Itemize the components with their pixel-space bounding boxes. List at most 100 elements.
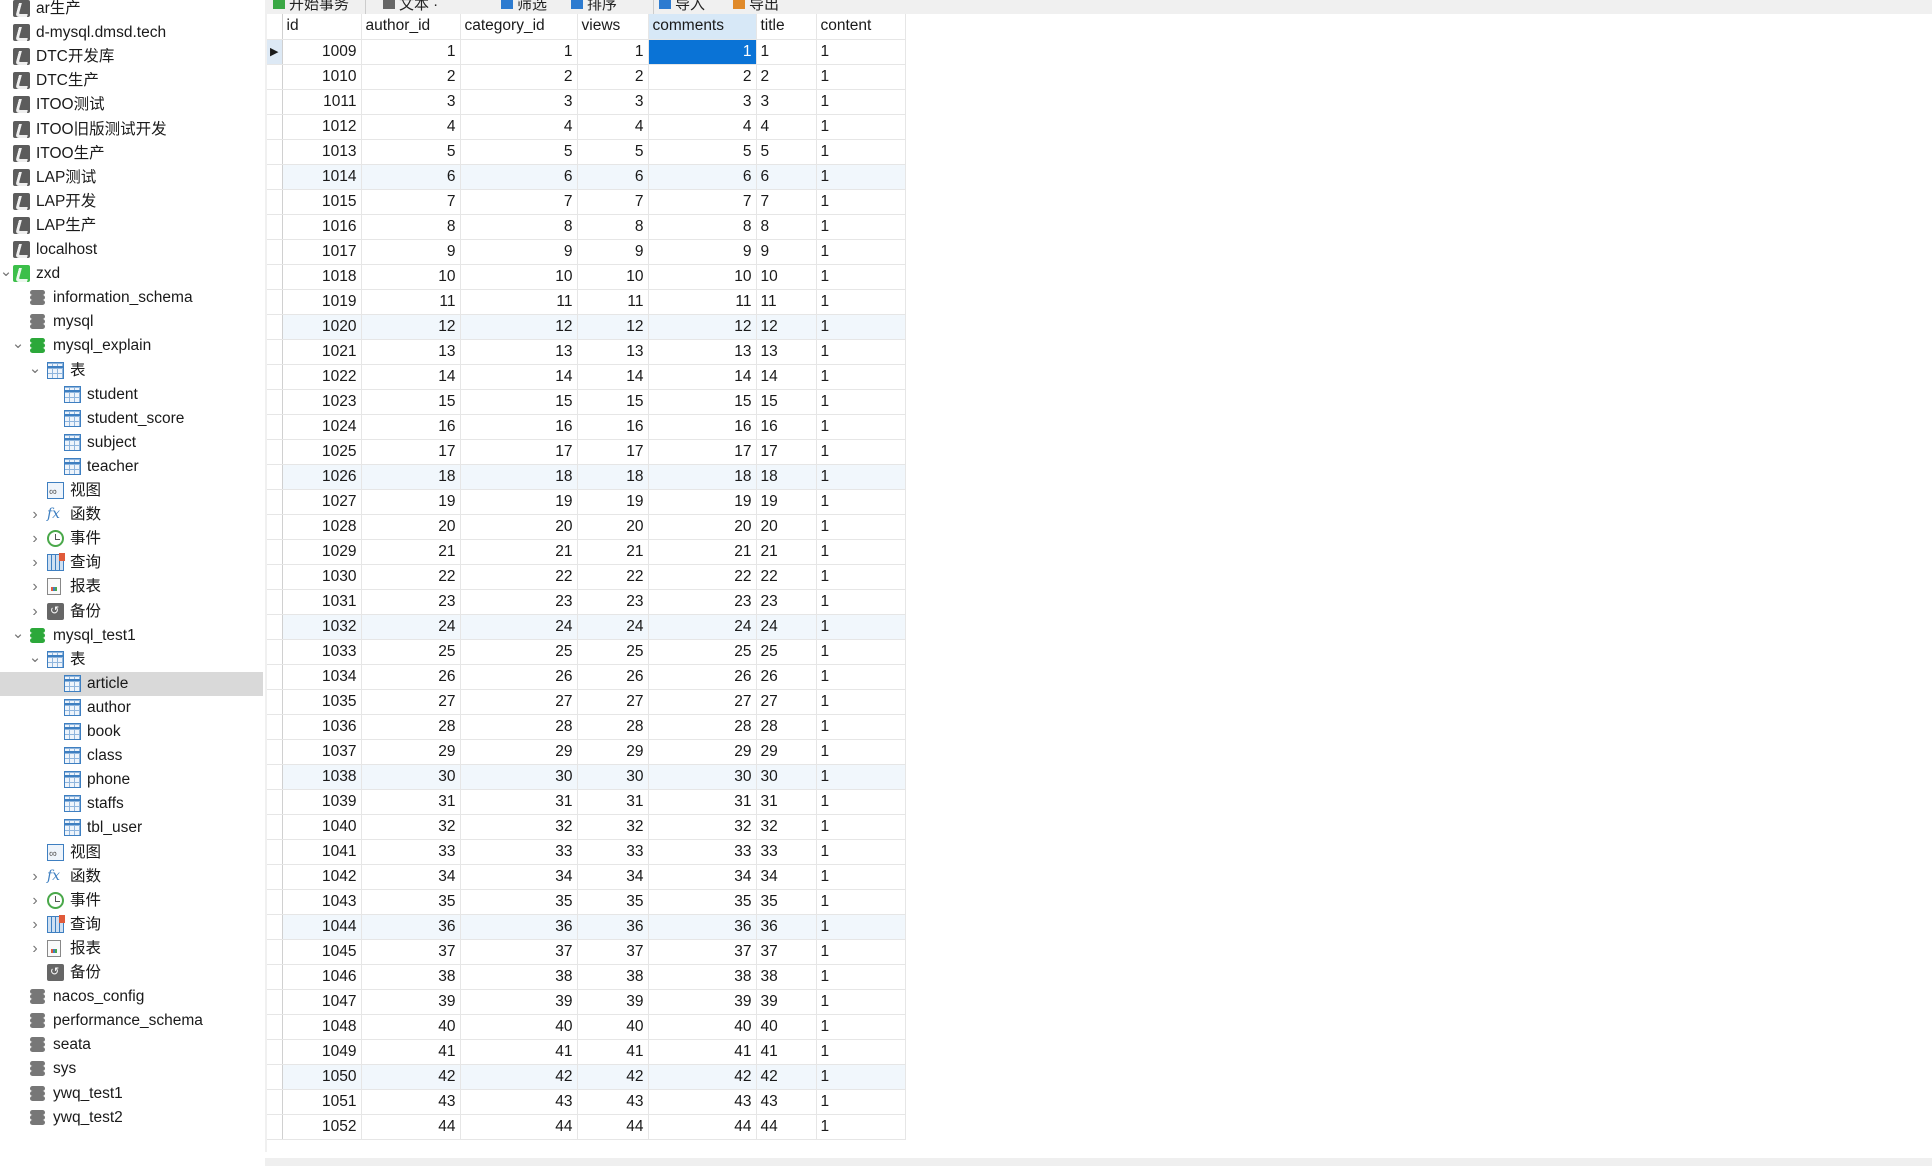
- cell-category_id[interactable]: 4: [460, 114, 578, 140]
- cell-id[interactable]: 1015: [282, 189, 362, 215]
- tree-item-table[interactable]: subject: [0, 431, 263, 455]
- table-row[interactable]: 1017 9 9 9 9 9 1: [267, 239, 906, 265]
- cell-title[interactable]: 22: [756, 564, 817, 590]
- row-selector[interactable]: [267, 789, 283, 815]
- cell-comments[interactable]: 35: [648, 889, 757, 915]
- cell-author_id[interactable]: 4: [361, 114, 461, 140]
- table-row[interactable]: 1039 31 31 31 31 31 1: [267, 789, 906, 815]
- cell-views[interactable]: 16: [577, 414, 649, 440]
- cell-comments[interactable]: 27: [648, 689, 757, 715]
- cell-title[interactable]: 9: [756, 239, 817, 265]
- cell-content[interactable]: 1: [816, 864, 906, 890]
- chevron-right-icon[interactable]: ›: [29, 527, 41, 551]
- tree-item-functions[interactable]: › fx 函数: [0, 865, 263, 889]
- cell-category_id[interactable]: 23: [460, 589, 578, 615]
- cell-author_id[interactable]: 42: [361, 1064, 461, 1090]
- cell-title[interactable]: 24: [756, 614, 817, 640]
- cell-category_id[interactable]: 10: [460, 264, 578, 290]
- cell-views[interactable]: 22: [577, 564, 649, 590]
- toolbar-button-import[interactable]: 导入: [659, 0, 705, 13]
- cell-views[interactable]: 13: [577, 339, 649, 365]
- row-selector[interactable]: [267, 839, 283, 865]
- tree-item-backups[interactable]: › 备份: [0, 600, 263, 624]
- row-selector[interactable]: [267, 1114, 283, 1140]
- cell-author_id[interactable]: 30: [361, 764, 461, 790]
- cell-id[interactable]: 1049: [282, 1039, 362, 1065]
- table-row[interactable]: 1042 34 34 34 34 34 1: [267, 864, 906, 890]
- cell-comments[interactable]: 20: [648, 514, 757, 540]
- cell-author_id[interactable]: 5: [361, 139, 461, 165]
- cell-content[interactable]: 1: [816, 1114, 906, 1140]
- tree-item-database[interactable]: performance_schema: [0, 1009, 263, 1033]
- tree-item-database[interactable]: sys: [0, 1057, 263, 1081]
- cell-views[interactable]: 27: [577, 689, 649, 715]
- table-row[interactable]: 1019 11 11 11 11 11 1: [267, 289, 906, 315]
- tree-item-database-open[interactable]: ⌄ mysql_explain: [0, 334, 263, 358]
- cell-id[interactable]: 1042: [282, 864, 362, 890]
- cell-content[interactable]: 1: [816, 239, 906, 265]
- cell-views[interactable]: 37: [577, 939, 649, 965]
- cell-views[interactable]: 24: [577, 614, 649, 640]
- row-selector[interactable]: [267, 739, 283, 765]
- cell-views[interactable]: 23: [577, 589, 649, 615]
- chevron-down-icon[interactable]: ⌄: [29, 648, 42, 672]
- cell-views[interactable]: 33: [577, 839, 649, 865]
- cell-title[interactable]: 2: [756, 64, 817, 90]
- cell-comments[interactable]: 28: [648, 714, 757, 740]
- tree-item-table[interactable]: teacher: [0, 455, 263, 479]
- cell-id[interactable]: 1023: [282, 389, 362, 415]
- cell-category_id[interactable]: 17: [460, 439, 578, 465]
- tree-item-database[interactable]: seata: [0, 1033, 263, 1057]
- cell-id[interactable]: 1041: [282, 839, 362, 865]
- cell-comments[interactable]: 3: [648, 89, 757, 115]
- table-row[interactable]: 1030 22 22 22 22 22 1: [267, 564, 906, 590]
- cell-category_id[interactable]: 27: [460, 689, 578, 715]
- table-row[interactable]: 1029 21 21 21 21 21 1: [267, 539, 906, 565]
- cell-content[interactable]: 1: [816, 139, 906, 165]
- cell-comments[interactable]: 22: [648, 564, 757, 590]
- cell-id[interactable]: 1035: [282, 689, 362, 715]
- cell-content[interactable]: 1: [816, 589, 906, 615]
- cell-id[interactable]: 1030: [282, 564, 362, 590]
- chevron-down-icon[interactable]: ⌄: [12, 334, 25, 358]
- tree-item-queries[interactable]: › 查询: [0, 551, 263, 575]
- cell-views[interactable]: 25: [577, 639, 649, 665]
- cell-author_id[interactable]: 32: [361, 814, 461, 840]
- cell-title[interactable]: 5: [756, 139, 817, 165]
- cell-id[interactable]: 1028: [282, 514, 362, 540]
- cell-category_id[interactable]: 35: [460, 889, 578, 915]
- row-selector[interactable]: [267, 689, 283, 715]
- cell-category_id[interactable]: 29: [460, 739, 578, 765]
- cell-views[interactable]: 7: [577, 189, 649, 215]
- cell-title[interactable]: 40: [756, 1014, 817, 1040]
- cell-content[interactable]: 1: [816, 489, 906, 515]
- cell-content[interactable]: 1: [816, 1064, 906, 1090]
- cell-comments[interactable]: 10: [648, 264, 757, 290]
- column-header-comments[interactable]: comments: [648, 14, 757, 40]
- cell-author_id[interactable]: 1: [361, 39, 461, 65]
- tree-item-connection[interactable]: DTC生产: [0, 69, 263, 93]
- cell-category_id[interactable]: 7: [460, 189, 578, 215]
- cell-category_id[interactable]: 22: [460, 564, 578, 590]
- cell-category_id[interactable]: 14: [460, 364, 578, 390]
- cell-author_id[interactable]: 17: [361, 439, 461, 465]
- cell-author_id[interactable]: 43: [361, 1089, 461, 1115]
- cell-author_id[interactable]: 27: [361, 689, 461, 715]
- cell-content[interactable]: 1: [816, 839, 906, 865]
- cell-title[interactable]: 30: [756, 764, 817, 790]
- cell-category_id[interactable]: 24: [460, 614, 578, 640]
- row-selector[interactable]: [267, 314, 283, 340]
- table-row[interactable]: 1033 25 25 25 25 25 1: [267, 639, 906, 665]
- cell-author_id[interactable]: 2: [361, 64, 461, 90]
- cell-title[interactable]: 1: [756, 39, 817, 65]
- cell-comments[interactable]: 21: [648, 539, 757, 565]
- tree-item-tables[interactable]: ⌄ 表: [0, 359, 263, 383]
- cell-content[interactable]: 1: [816, 289, 906, 315]
- cell-comments[interactable]: 6: [648, 164, 757, 190]
- cell-content[interactable]: 1: [816, 939, 906, 965]
- chevron-right-icon[interactable]: ›: [29, 503, 41, 527]
- table-row[interactable]: 1014 6 6 6 6 6 1: [267, 164, 906, 190]
- cell-comments[interactable]: 12: [648, 314, 757, 340]
- cell-author_id[interactable]: 20: [361, 514, 461, 540]
- tree-item-table[interactable]: staffs: [0, 792, 263, 816]
